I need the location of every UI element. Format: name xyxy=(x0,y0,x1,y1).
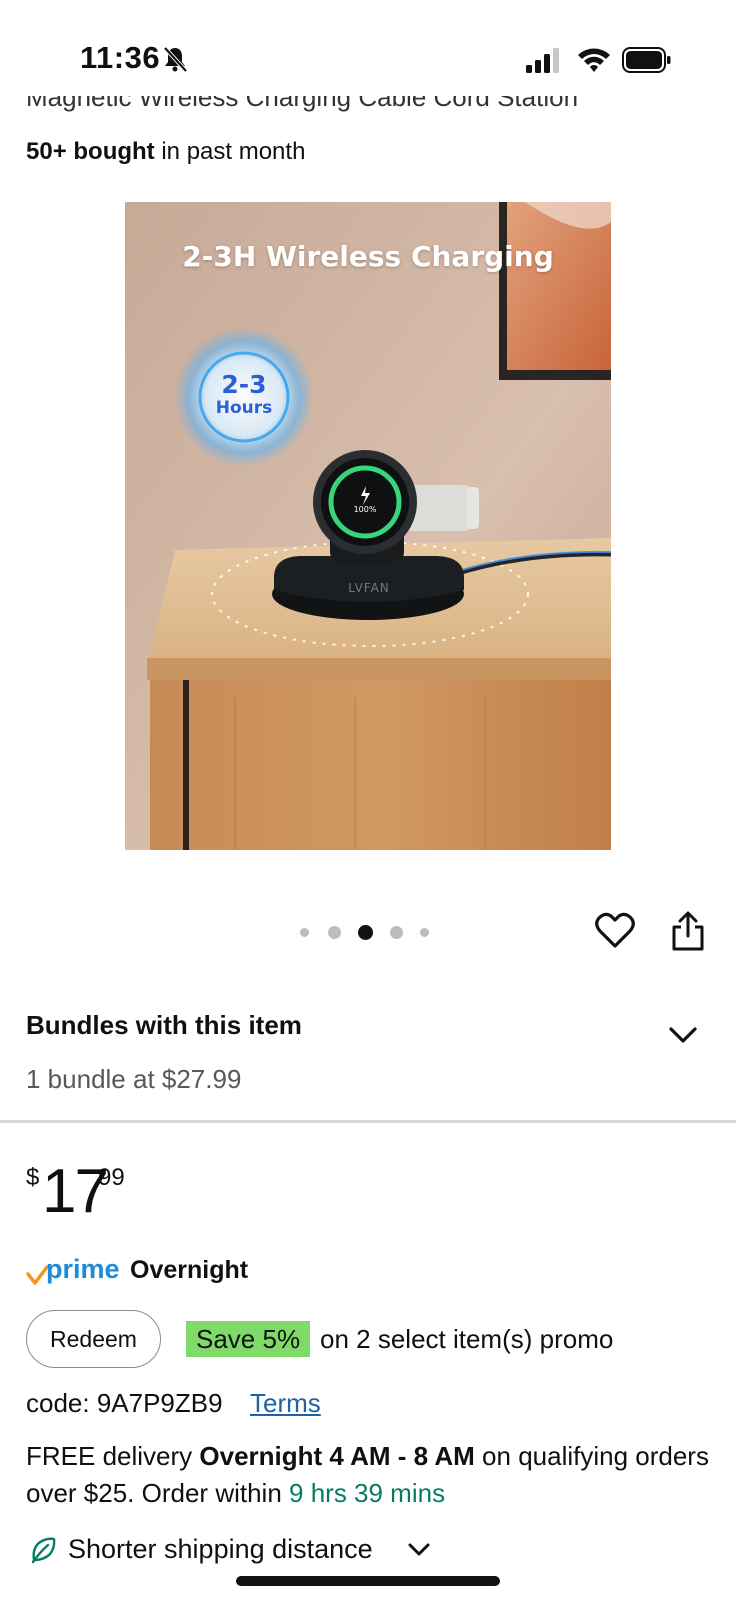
chevron-down-icon xyxy=(408,1543,430,1556)
chevron-down-icon[interactable] xyxy=(668,1024,698,1046)
terms-link[interactable]: Terms xyxy=(250,1388,321,1419)
bought-rest: in past month xyxy=(154,138,306,165)
watch-percent: 100% xyxy=(353,505,377,514)
dock-brand: LVFAN xyxy=(348,581,390,595)
carousel-dot-active[interactable] xyxy=(358,925,373,940)
prime-check-icon xyxy=(26,1265,48,1285)
status-bar: 11:36 xyxy=(0,0,736,100)
image-badge-number: 2-3 xyxy=(221,370,267,399)
divider xyxy=(0,1120,736,1123)
share-icon[interactable] xyxy=(670,910,706,952)
promo-text: on 2 select item(s) promo xyxy=(320,1324,614,1354)
carousel-dot[interactable] xyxy=(300,928,309,937)
home-indicator[interactable] xyxy=(236,1576,500,1586)
image-caption: 2-3H Wireless Charging xyxy=(182,240,554,273)
signal-icon xyxy=(526,48,559,73)
redeem-button[interactable]: Redeem xyxy=(26,1310,161,1368)
bundles-section[interactable]: Bundles with this item 1 bundle at $27.9… xyxy=(0,1010,736,1120)
delivery-countdown: 9 hrs 39 mins xyxy=(289,1478,446,1508)
shorter-shipping-label: Shorter shipping distance xyxy=(68,1534,373,1564)
wifi-icon xyxy=(578,48,610,72)
carousel-dot[interactable] xyxy=(420,928,429,937)
price-currency: $ xyxy=(26,1164,40,1191)
leaf-icon xyxy=(31,1537,56,1564)
status-time: 11:36 xyxy=(80,40,161,75)
carousel-dot[interactable] xyxy=(328,926,341,939)
bundles-title: Bundles with this item xyxy=(26,1010,302,1040)
prime-label: Overnight xyxy=(130,1256,249,1284)
image-badge-unit: Hours xyxy=(215,398,273,418)
delivery-info: FREE delivery Overnight 4 AM - 8 AM on q… xyxy=(26,1438,716,1512)
battery-icon xyxy=(622,47,671,73)
delivery-window: Overnight 4 AM - 8 AM xyxy=(199,1441,475,1471)
bell-slash-icon xyxy=(163,46,188,73)
save-badge: Save 5% xyxy=(186,1321,311,1357)
delivery-prefix: FREE delivery xyxy=(26,1441,200,1471)
carousel-dot[interactable] xyxy=(390,926,403,939)
heart-icon[interactable] xyxy=(594,910,636,950)
product-image[interactable]: 2-3H Wireless Charging 2-3 Hours 100% LV… xyxy=(125,202,611,850)
prime-logo: prime xyxy=(46,1254,120,1284)
product-title[interactable]: Magnetic Wireless Charging Cable Cord St… xyxy=(26,96,646,120)
price-fraction: 99 xyxy=(98,1164,125,1191)
bought-count: 50+ bought xyxy=(26,138,155,165)
promo-code: code: 9A7P9ZB9 xyxy=(26,1388,223,1418)
bundles-subtitle: 1 bundle at $27.99 xyxy=(26,1064,242,1094)
bought-in-past-month: 50+ bought in past month xyxy=(26,138,305,166)
